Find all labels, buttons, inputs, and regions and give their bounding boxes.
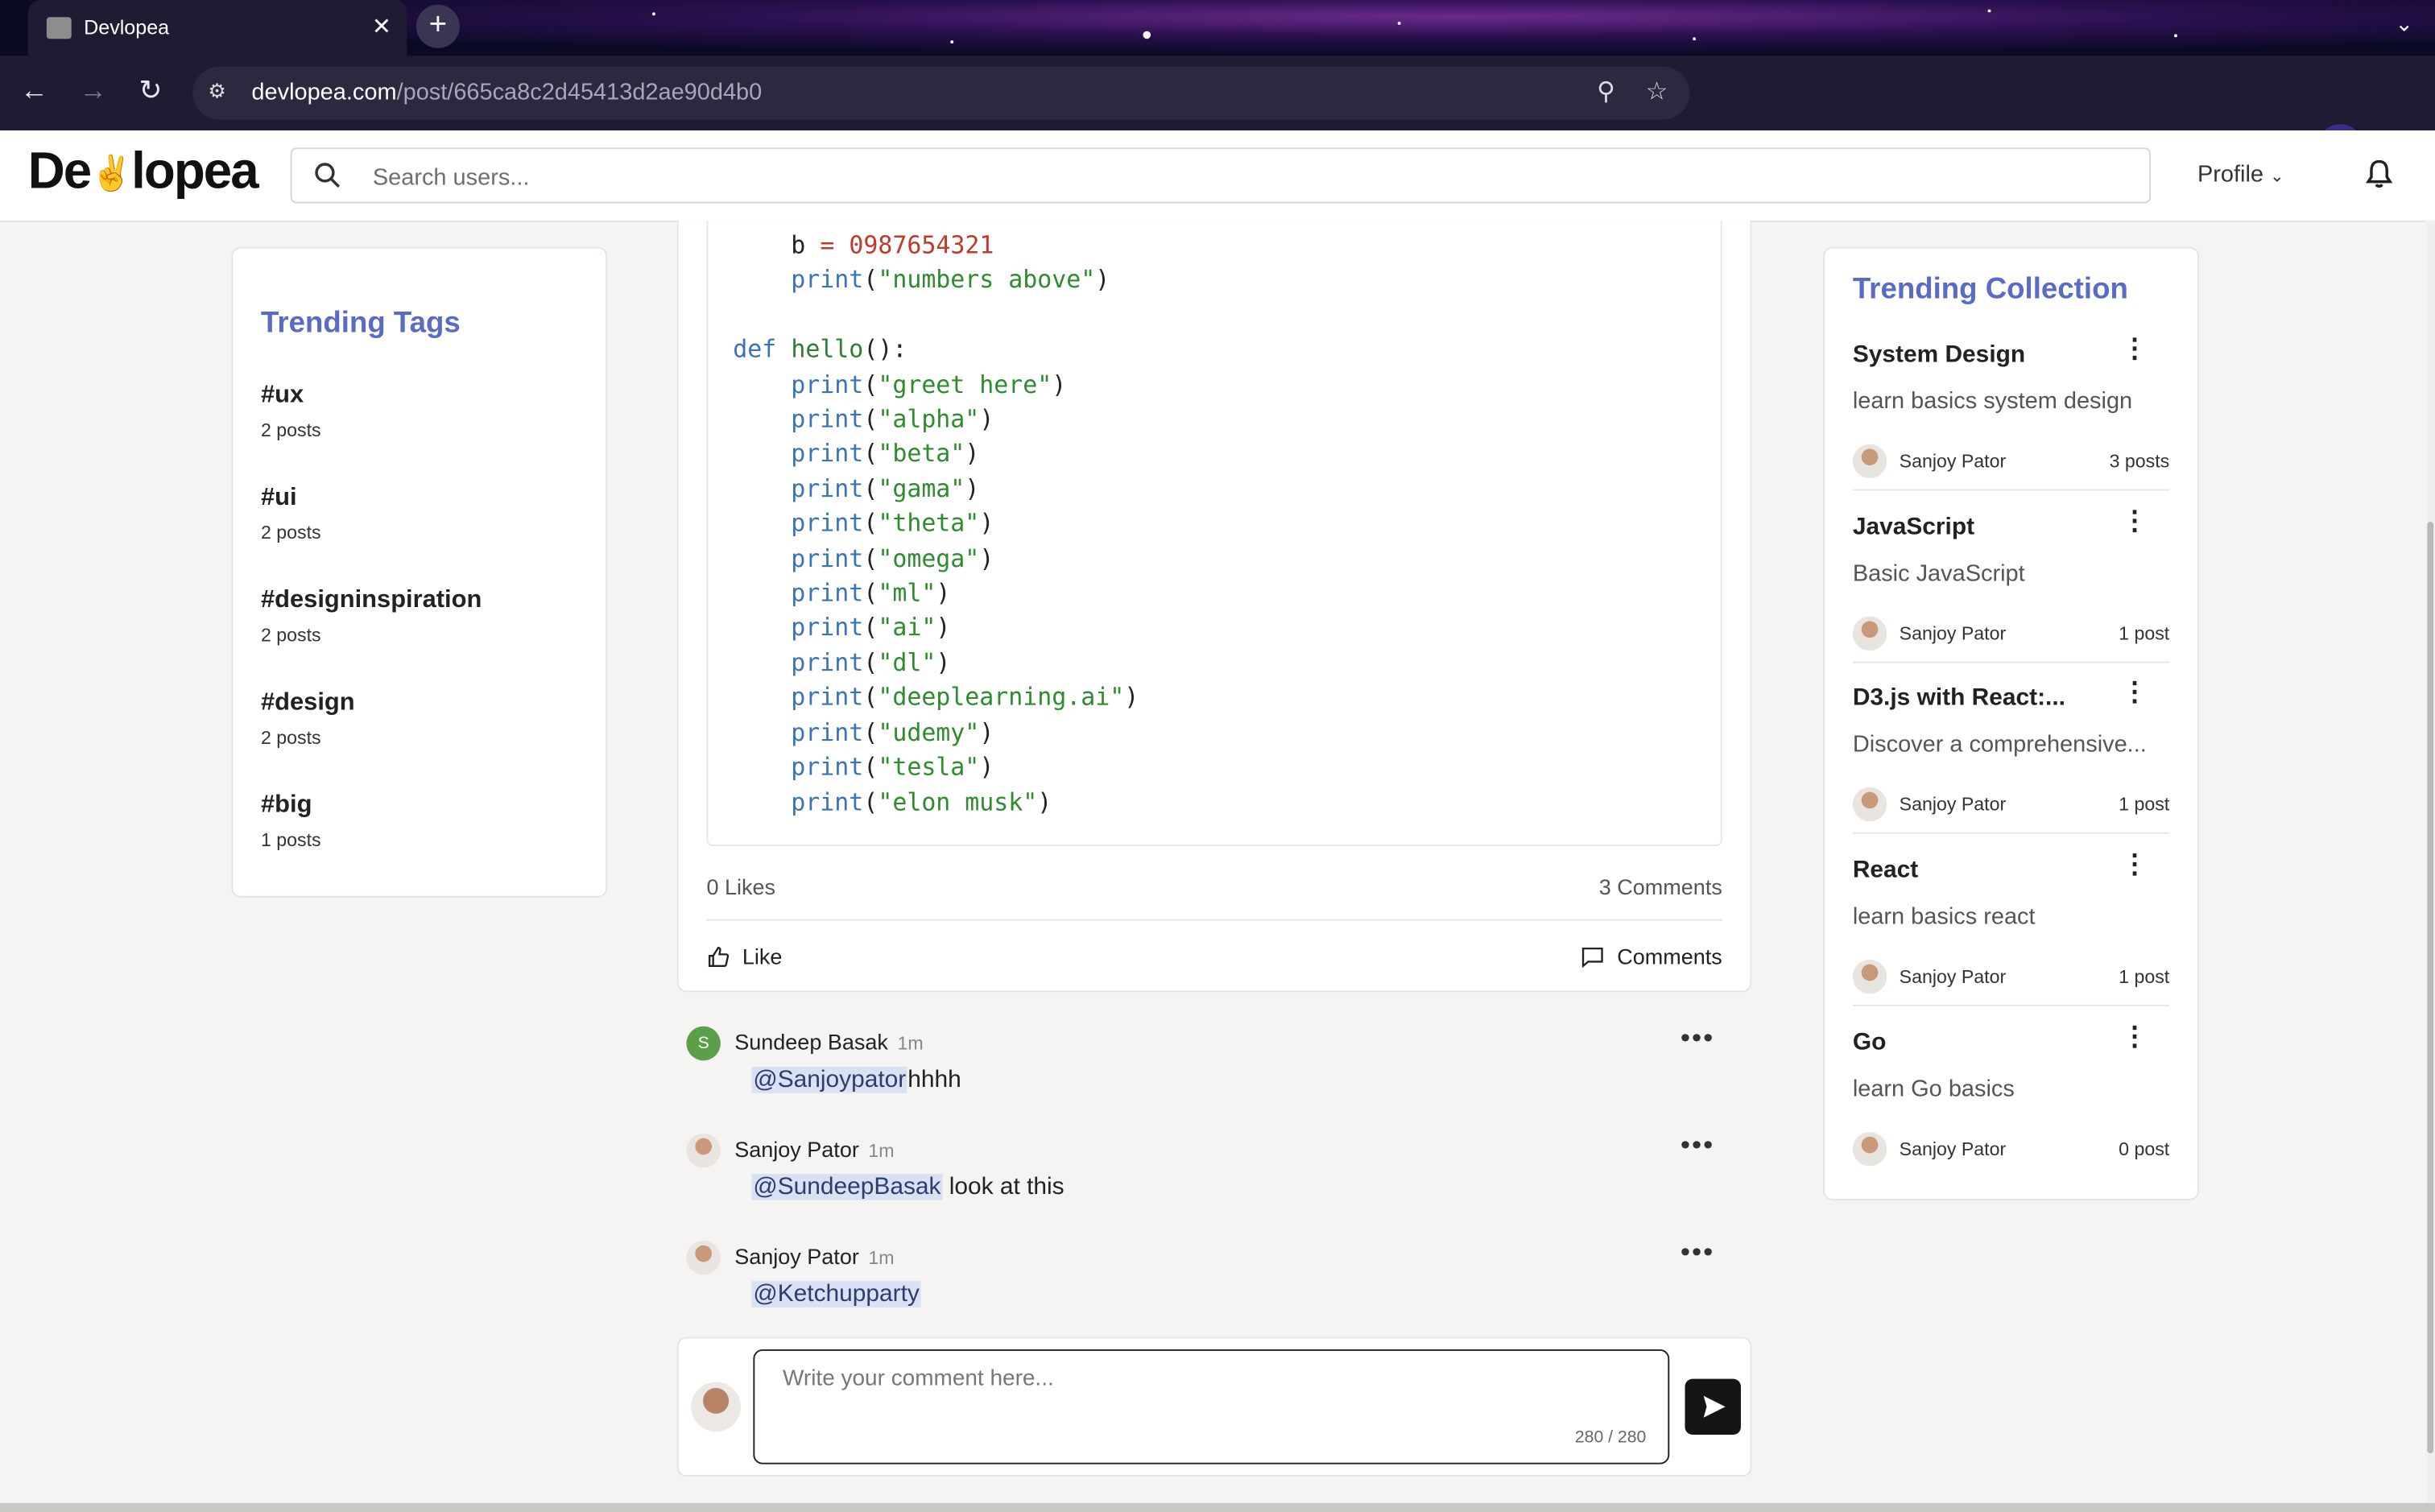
forward-icon[interactable]: →: [75, 75, 112, 108]
comment-composer: 280 / 280: [676, 1336, 1752, 1477]
send-icon: [1703, 1395, 1726, 1418]
search-input[interactable]: [370, 149, 2085, 205]
like-button[interactable]: Like: [707, 944, 782, 969]
app-header: De✌lopea Profile ⌄: [0, 130, 2435, 222]
notification-bell-icon[interactable]: [2363, 159, 2395, 190]
comment-text: @Sanjoypator hhhh: [751, 1066, 961, 1093]
mention-link[interactable]: @Sanjoypator: [751, 1066, 908, 1093]
search-box: [290, 147, 2152, 205]
trending-collection-card: Trending Collection System Design ⋮ lear…: [1823, 246, 2199, 1202]
comment-input-box: 280 / 280: [753, 1349, 1670, 1464]
post-card: b = 0987654321 print("numbers above") de…: [676, 220, 1752, 993]
comment-author[interactable]: Sanjoy Pator 1m: [734, 1244, 894, 1269]
mention-link[interactable]: @Ketchupparty: [751, 1281, 921, 1308]
tab-search-icon[interactable]: ⌄: [2395, 11, 2413, 38]
collection-item[interactable]: D3.js with React:... ⋮ Discover a compre…: [1852, 679, 2170, 857]
post-stats: 0 Likes 3 Comments: [707, 874, 1722, 899]
url-text: devlopea.com/post/665ca8c2d45413d2ae90d4…: [251, 79, 763, 106]
browser-tab-strip: Devlopea ✕ + ⌄: [0, 0, 2435, 56]
current-user-avatar: [691, 1382, 741, 1432]
more-vert-icon[interactable]: ⋮: [2121, 1023, 2148, 1050]
collection-item[interactable]: Go ⋮ learn Go basics Sanjoy Pator 0 post: [1852, 1023, 2169, 1202]
comment-text: @Ketchupparty: [751, 1281, 921, 1309]
site-info-icon[interactable]: ⚙: [208, 79, 233, 104]
back-icon[interactable]: ←: [15, 75, 52, 108]
more-vert-icon[interactable]: ⋮: [2121, 679, 2148, 705]
avatar: [1852, 787, 1887, 822]
tab-title: Devlopea: [84, 15, 170, 39]
mention-link[interactable]: @SundeepBasak: [751, 1174, 943, 1200]
trending-tags-title: Trending Tags: [261, 307, 461, 341]
more-options-icon[interactable]: •••: [1681, 1129, 1714, 1162]
avatar[interactable]: S: [686, 1026, 721, 1061]
bookmark-star-icon[interactable]: ☆: [1646, 76, 1668, 108]
collection-meta: Sanjoy Pator 3 posts: [1852, 444, 2169, 479]
divider: [706, 919, 1722, 921]
chevron-down-icon: ⌄: [2270, 167, 2284, 187]
browser-toolbar: ← → ↻ ⚙ devlopea.com/post/665ca8c2d45413…: [0, 56, 2435, 171]
logo[interactable]: De✌lopea: [28, 142, 259, 200]
zoom-icon[interactable]: ⚲: [1597, 76, 1615, 108]
trending-tags-card: Trending Tags #ux 2 posts #ui 2 posts #des…: [231, 246, 608, 898]
peace-hand-icon: ✌: [90, 154, 133, 193]
close-tab-icon[interactable]: ✕: [372, 12, 391, 40]
char-counter: 280 / 280: [1574, 1428, 1647, 1448]
search-icon: [315, 163, 341, 188]
send-comment-button[interactable]: [1685, 1378, 1741, 1436]
comment-text: @SundeepBasak look at this: [751, 1174, 1065, 1200]
comment-bubble-icon: [1582, 946, 1604, 968]
profile-dropdown[interactable]: Profile ⌄: [2197, 162, 2284, 188]
thumbs-up-icon: [708, 946, 730, 967]
avatar: [1852, 959, 1887, 994]
comment-author[interactable]: Sanjoy Pator 1m: [734, 1137, 894, 1162]
avatar[interactable]: [686, 1240, 721, 1275]
collection-meta: Sanjoy Pator 0 post: [1852, 1131, 2169, 1167]
collection-item[interactable]: React ⋮ learn basics react Sanjoy Pator …: [1852, 851, 2170, 1030]
avatar: [1852, 1131, 1887, 1167]
more-vert-icon[interactable]: ⋮: [2121, 851, 2148, 878]
avatar: [1852, 616, 1887, 651]
new-tab-button[interactable]: +: [415, 4, 460, 48]
screen: Devlopea ✕ + ⌄ ← → ↻ ⚙ devlopea.com/post…: [0, 0, 2435, 1512]
likes-count: 0 Likes: [706, 874, 776, 899]
tag-item[interactable]: #ux 2 posts: [261, 382, 321, 440]
address-bar[interactable]: ⚙ devlopea.com/post/665ca8c2d45413d2ae90…: [192, 66, 1690, 120]
code-text: b = 0987654321 print("numbers above") de…: [733, 231, 1139, 816]
avatar: [1852, 444, 1887, 479]
browser-tab[interactable]: Devlopea ✕: [27, 0, 407, 56]
favicon-icon: [46, 17, 72, 39]
comments-count[interactable]: 3 Comments: [1599, 874, 1722, 899]
reload-icon[interactable]: ↻: [132, 75, 169, 108]
trending-collection-title: Trending Collection: [1852, 273, 2128, 306]
more-vert-icon[interactable]: ⋮: [2121, 336, 2148, 362]
tag-item[interactable]: #design 2 posts: [261, 689, 355, 748]
more-options-icon[interactable]: •••: [1681, 1022, 1714, 1055]
avatar[interactable]: [686, 1133, 721, 1168]
collection-item[interactable]: JavaScript ⋮ Basic JavaScript Sanjoy Pat…: [1852, 508, 2170, 686]
scrollbar-thumb[interactable]: [2427, 522, 2434, 1454]
collection-meta: Sanjoy Pator 1 post: [1852, 787, 2169, 822]
code-block: b = 0987654321 print("numbers above") de…: [706, 220, 1722, 847]
tag-item[interactable]: #big 1 posts: [261, 792, 321, 851]
collection-item[interactable]: System Design ⋮ learn basics system desi…: [1852, 336, 2170, 514]
tag-item[interactable]: #ui 2 posts: [261, 485, 321, 543]
more-options-icon[interactable]: •••: [1681, 1236, 1714, 1269]
comment-input[interactable]: [779, 1363, 1656, 1432]
collection-meta: Sanjoy Pator 1 post: [1852, 959, 2169, 994]
collection-meta: Sanjoy Pator 1 post: [1852, 616, 2169, 651]
more-vert-icon[interactable]: ⋮: [2121, 508, 2148, 535]
bottom-edge: [0, 1502, 2435, 1512]
tag-item[interactable]: #designinspiration 2 posts: [261, 587, 482, 646]
comments-button[interactable]: Comments: [1581, 944, 1722, 969]
comment-author[interactable]: Sundeep Basak 1m: [734, 1030, 923, 1055]
